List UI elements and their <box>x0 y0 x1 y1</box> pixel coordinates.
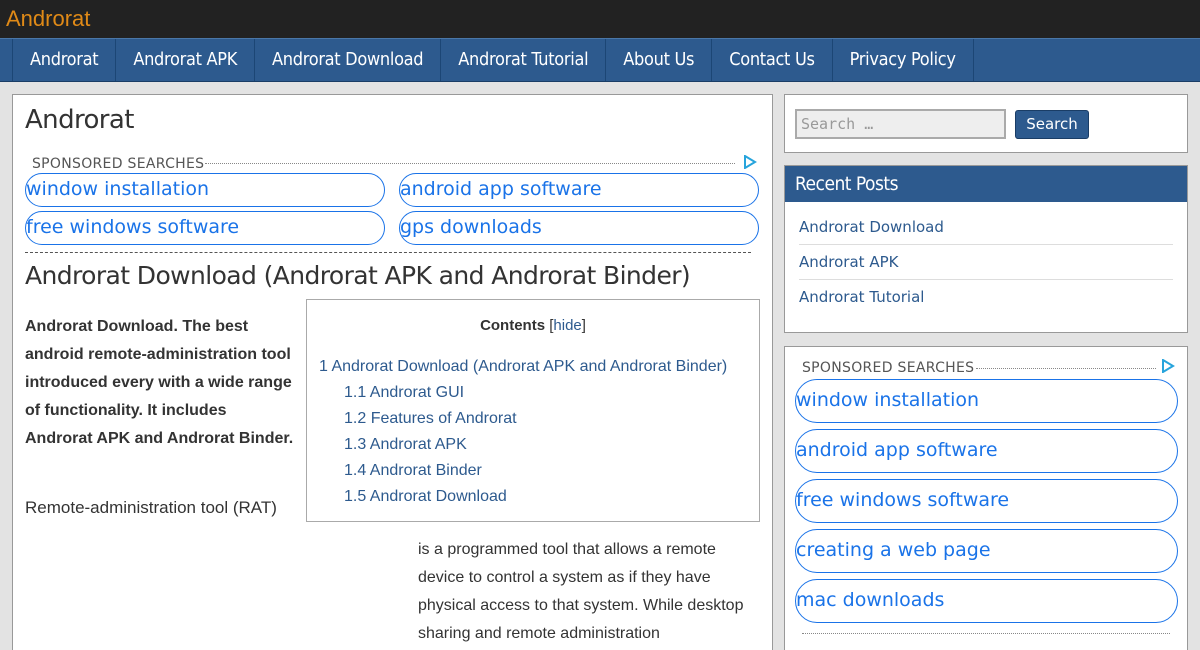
adchoices-icon[interactable] <box>743 155 757 169</box>
adchoices-icon[interactable] <box>1161 359 1175 373</box>
toc-hide-link[interactable]: hide <box>553 317 581 334</box>
recent-post-link[interactable]: Androrat Download <box>799 218 944 236</box>
sponsored-divider <box>976 368 1156 369</box>
site-title[interactable]: Androrat <box>6 6 90 32</box>
post-intro: Androrat Download. The best android remo… <box>25 318 294 447</box>
ad-link[interactable]: android app software <box>399 173 759 207</box>
ad-link[interactable]: free windows software <box>795 479 1178 523</box>
recent-posts-title: Recent Posts <box>785 166 1187 202</box>
sponsored-label: SPONSORED SEARCHES <box>32 156 205 172</box>
ad-divider <box>802 633 1170 634</box>
main-content: Androrat SPONSORED SEARCHES window insta… <box>12 94 773 650</box>
main-navigation: Androrat Androrat APK Androrat Download … <box>0 38 1200 82</box>
nav-item-androrat-tutorial[interactable]: Androrat Tutorial <box>440 39 605 81</box>
recent-divider <box>799 244 1173 245</box>
recent-post-link[interactable]: Androrat Tutorial <box>799 288 924 306</box>
toc-item[interactable]: 1.3 Androrat APK <box>344 436 467 454</box>
recent-post-link[interactable]: Androrat APK <box>799 253 898 271</box>
sponsored-label: SPONSORED SEARCHES <box>802 360 975 376</box>
sidebar-sponsored-widget: SPONSORED SEARCHES window installation a… <box>784 346 1188 650</box>
nav-item-androrat[interactable]: Androrat <box>12 39 115 81</box>
ad-link[interactable]: creating a web page <box>795 529 1178 573</box>
nav-item-privacy-policy[interactable]: Privacy Policy <box>831 39 974 81</box>
ad-divider <box>25 252 751 253</box>
post-title[interactable]: Androrat Download (Androrat APK and Andr… <box>25 261 691 290</box>
ad-link[interactable]: gps downloads <box>399 211 759 245</box>
toc-item[interactable]: 1.2 Features of Androrat <box>344 410 517 428</box>
nav-item-about-us[interactable]: About Us <box>605 39 711 81</box>
toc-item[interactable]: 1.4 Androrat Binder <box>344 462 482 480</box>
nav-item-contact-us[interactable]: Contact Us <box>711 39 831 81</box>
nav-item-androrat-download[interactable]: Androrat Download <box>254 39 440 81</box>
post-text: Remote-administration tool (RAT) <box>25 498 277 517</box>
ad-link[interactable]: mac downloads <box>795 579 1178 623</box>
sponsored-divider <box>205 163 735 164</box>
search-input[interactable]: Search … <box>795 109 1006 139</box>
top-bar: Androrat <box>0 0 1200 38</box>
recent-posts-widget: Recent Posts Androrat Download Androrat … <box>784 165 1188 333</box>
nav-item-androrat-apk[interactable]: Androrat APK <box>115 39 254 81</box>
post-body: is a programmed tool that allows a remot… <box>418 541 744 642</box>
ad-link[interactable]: android app software <box>795 429 1178 473</box>
toc-header: Contents [hide] <box>480 317 586 334</box>
search-widget: Search … Search <box>784 94 1188 153</box>
ad-link[interactable]: window installation <box>25 173 385 207</box>
ad-link[interactable]: free windows software <box>25 211 385 245</box>
ad-link[interactable]: window installation <box>795 379 1178 423</box>
toc-item[interactable]: 1 Androrat Download (Androrat APK and An… <box>319 358 727 376</box>
table-of-contents: Contents [hide] 1 Androrat Download (And… <box>306 299 760 522</box>
search-button[interactable]: Search <box>1015 110 1089 139</box>
toc-item[interactable]: 1.5 Androrat Download <box>344 488 507 506</box>
page-title: Androrat <box>25 105 134 135</box>
toc-item[interactable]: 1.1 Androrat GUI <box>344 384 464 402</box>
recent-divider <box>799 279 1173 280</box>
toc-title: Contents <box>480 317 546 334</box>
